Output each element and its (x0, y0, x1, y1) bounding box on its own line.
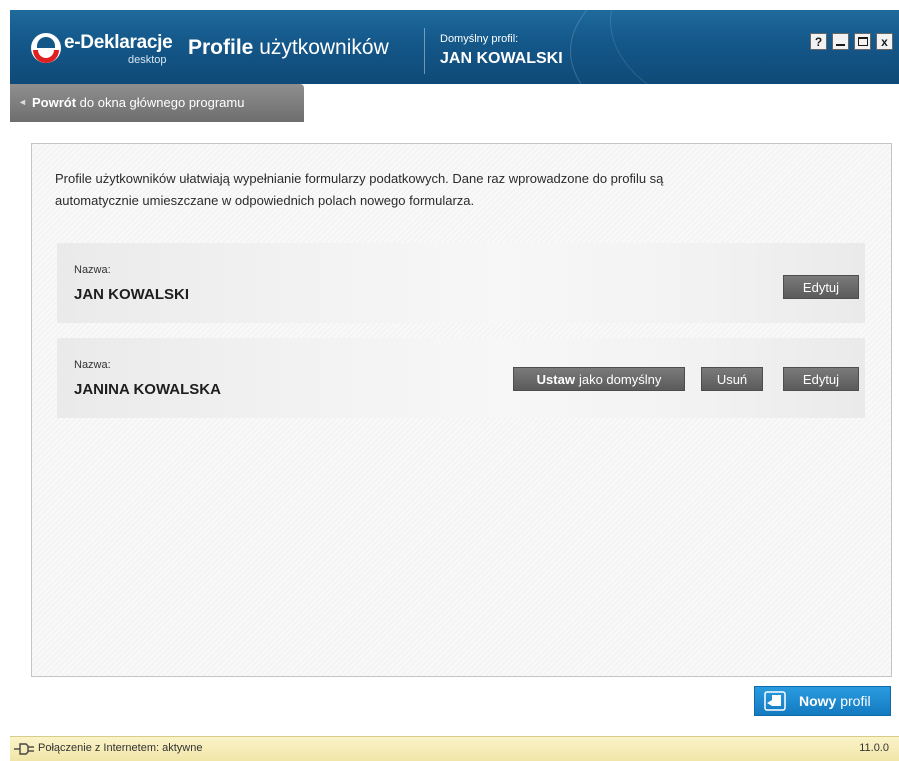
page-title: Profile użytkowników (188, 36, 389, 60)
set-default-button[interactable]: Ustaw jako domyślny (513, 367, 685, 391)
minimize-icon (836, 43, 845, 46)
profile-name-label: Nazwa: (74, 359, 111, 371)
profile-name: JANINA KOWALSKA (74, 381, 221, 398)
back-label-rest: do okna głównego programu (76, 95, 245, 110)
back-label: Powrót do okna głównego programu (32, 95, 244, 110)
title-bar: e-Deklaracje desktop Profile użytkownikó… (10, 10, 899, 84)
page-title-rest: użytkowników (253, 36, 389, 59)
back-label-bold: Powrót (32, 95, 77, 110)
profile-name: JAN KOWALSKI (74, 286, 190, 303)
intro-line-1: Profile użytkowników ułatwiają wypełnian… (55, 171, 664, 186)
help-button[interactable]: ? (810, 33, 827, 50)
new-profile-button[interactable]: Nowy profil (754, 686, 891, 716)
default-profile-name: JAN KOWALSKI (440, 50, 563, 67)
page-title-bold: Profile (188, 36, 254, 59)
intro-text: Profile użytkowników ułatwiają wypełnian… (55, 168, 855, 212)
profile-row: Nazwa: JANINA KOWALSKA Ustaw jako domyśl… (57, 338, 865, 418)
edit-profile-button[interactable]: Edytuj (783, 275, 859, 299)
brand-subtitle: desktop (128, 54, 167, 66)
version-number: 11.0.0 (859, 742, 889, 754)
close-button[interactable]: x (876, 33, 893, 50)
title-separator (424, 28, 425, 74)
plug-icon (14, 743, 34, 755)
default-profile-label: Domyślny profil: (440, 33, 519, 45)
window-top-strip (0, 0, 899, 10)
e-deklaracje-logo-icon (31, 33, 61, 63)
new-profile-bold: Nowy (799, 693, 837, 709)
back-to-main-button[interactable]: ◄ Powrót do okna głównego programu (10, 84, 304, 122)
maximize-button[interactable] (854, 33, 871, 50)
brand-name: e-Deklaracje (64, 32, 173, 53)
minimize-button[interactable] (832, 33, 849, 50)
new-profile-label: Nowy profil (799, 693, 871, 709)
new-profile-rest: profil (836, 693, 871, 709)
triangle-left-icon: ◄ (18, 97, 27, 107)
status-bar: Połączenie z Internetem: aktywne 11.0.0 (10, 736, 899, 761)
edit-profile-button[interactable]: Edytuj (783, 367, 859, 391)
set-default-rest: jako domyślny (578, 371, 662, 387)
delete-profile-button[interactable]: Usuń (701, 367, 763, 391)
profile-name-label: Nazwa: (74, 264, 111, 276)
intro-line-2: automatycznie umieszczane w odpowiednich… (55, 193, 475, 208)
set-default-bold: Ustaw (536, 371, 575, 387)
connection-status: Połączenie z Internetem: aktywne (38, 742, 203, 754)
hand-document-icon (764, 691, 786, 711)
navigation-bar: ◄ Powrót do okna głównego programu (10, 84, 899, 123)
profile-row: Nazwa: JAN KOWALSKI Edytuj (57, 243, 865, 323)
maximize-icon (857, 37, 868, 46)
